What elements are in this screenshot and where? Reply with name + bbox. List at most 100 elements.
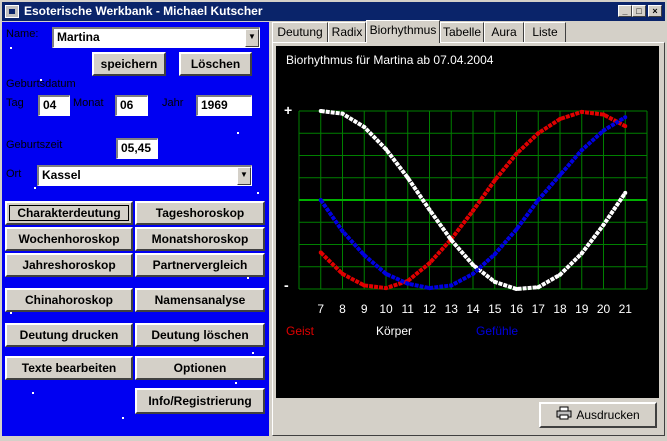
series-3-point bbox=[405, 281, 410, 286]
print-button-label: Ausdrucken bbox=[576, 408, 640, 422]
name-combobox[interactable]: Martina ▼ bbox=[52, 27, 260, 48]
series-3-point bbox=[471, 271, 475, 276]
series-2-point bbox=[318, 109, 323, 113]
place-combobox[interactable]: Kassel ▼ bbox=[37, 165, 252, 186]
tab-liste[interactable]: Liste bbox=[524, 22, 566, 42]
tab-tabelle[interactable]: Tabelle bbox=[440, 22, 484, 42]
star-decoration bbox=[237, 132, 239, 134]
series-3-point bbox=[427, 286, 432, 291]
day-input[interactable]: 04 bbox=[38, 95, 70, 116]
delete-button[interactable]: Löschen bbox=[179, 52, 252, 76]
charakterdeutung-button[interactable]: Charakterdeutung bbox=[5, 201, 133, 225]
series-2-point bbox=[340, 111, 345, 116]
series-2-point bbox=[514, 287, 519, 291]
series-2-point bbox=[405, 175, 410, 180]
x-tick-label: 20 bbox=[597, 302, 611, 316]
tageshoroskop-button[interactable]: Tageshoroskop bbox=[135, 201, 265, 225]
series-2-point bbox=[601, 222, 606, 227]
save-button[interactable]: speichern bbox=[92, 52, 166, 76]
star-decoration bbox=[247, 277, 249, 279]
star-decoration bbox=[10, 47, 12, 49]
series-2-point bbox=[623, 190, 628, 195]
series-2-point bbox=[492, 279, 497, 284]
star-decoration bbox=[122, 417, 124, 419]
tab-biorhythmus[interactable]: Biorhythmus bbox=[366, 20, 440, 43]
x-tick-label: 19 bbox=[575, 302, 589, 316]
optionen-button[interactable]: Optionen bbox=[135, 356, 265, 380]
left-panel: Name: Martina ▼ speichern Löschen Geburt… bbox=[2, 22, 269, 436]
legend-koerper: Körper bbox=[376, 324, 413, 338]
month-input[interactable]: 06 bbox=[115, 95, 148, 116]
biorhythm-chart-area: Biorhythmus für Martina ab 07.04.2004 78… bbox=[276, 46, 659, 398]
window-title: Esoterische Werkbank - Michael Kutscher bbox=[24, 4, 263, 18]
x-tick-label: 15 bbox=[488, 302, 502, 316]
place-label: Ort bbox=[6, 168, 22, 180]
year-input[interactable]: 1969 bbox=[196, 95, 252, 116]
y-top-label: + bbox=[284, 102, 292, 118]
chevron-down-icon[interactable]: ▼ bbox=[245, 29, 259, 47]
birthtime-input[interactable]: 05,45 bbox=[116, 138, 158, 159]
place-value: Kassel bbox=[42, 168, 81, 182]
day-label: Tag bbox=[6, 97, 24, 109]
series-1-point bbox=[340, 271, 345, 276]
tab-aura[interactable]: Aura bbox=[484, 22, 524, 42]
series-1-point bbox=[623, 124, 628, 129]
info-registrierung-button[interactable]: Info/Registrierung bbox=[135, 388, 265, 414]
star-decoration bbox=[252, 352, 254, 354]
x-tick-label: 8 bbox=[339, 302, 346, 316]
series-3-point bbox=[623, 115, 628, 120]
x-tick-label: 17 bbox=[532, 302, 546, 316]
series-2-point bbox=[362, 125, 367, 130]
print-button[interactable]: Ausdrucken bbox=[539, 402, 657, 428]
year-label: Jahr bbox=[162, 97, 184, 109]
tab-deutung[interactable]: Deutung bbox=[272, 22, 328, 42]
series-1-point bbox=[579, 109, 584, 114]
deutung-loeschen-button[interactable]: Deutung löschen bbox=[135, 323, 265, 347]
x-tick-label: 7 bbox=[317, 302, 324, 316]
x-tick-label: 9 bbox=[361, 302, 368, 316]
biorhythm-chart: 7 8 9 10 11 12 13 14 15 16 17 18 19 20 21 + - bbox=[284, 102, 648, 316]
series-2-point bbox=[449, 238, 454, 243]
series-1-point bbox=[492, 178, 497, 183]
series-3-point bbox=[384, 271, 388, 276]
series-3-point bbox=[536, 198, 541, 202]
jahreshoroskop-button[interactable]: Jahreshoroskop bbox=[5, 253, 133, 277]
x-tick-label: 11 bbox=[402, 302, 415, 316]
star-decoration bbox=[32, 392, 34, 394]
x-tick-label: 12 bbox=[423, 302, 437, 316]
series-1-point bbox=[558, 117, 562, 122]
x-tick-label: 18 bbox=[553, 302, 567, 316]
series-1-point bbox=[318, 250, 323, 255]
minimize-button[interactable]: _ bbox=[618, 5, 632, 17]
right-panel: Deutung Radix Biorhythmus Tabelle Aura L… bbox=[272, 20, 665, 436]
texte-bearbeiten-button[interactable]: Texte bearbeiten bbox=[5, 356, 133, 380]
x-tick-label: 21 bbox=[619, 302, 633, 316]
series-1-point bbox=[514, 151, 519, 156]
series-3-point bbox=[362, 253, 367, 258]
tab-radix[interactable]: Radix bbox=[328, 22, 366, 42]
monatshoroskop-button[interactable]: Monatshoroskop bbox=[135, 227, 265, 251]
chevron-down-icon[interactable]: ▼ bbox=[237, 167, 251, 185]
birthtime-label: Geburtszeit bbox=[6, 139, 63, 151]
series-1-point bbox=[362, 283, 367, 288]
partnervergleich-button[interactable]: Partnervergleich bbox=[135, 253, 265, 277]
wochenhoroskop-button[interactable]: Wochenhoroskop bbox=[5, 227, 133, 251]
legend-gefuehle: Gefühle bbox=[476, 324, 519, 338]
app-icon[interactable] bbox=[5, 5, 19, 18]
x-tick-label: 14 bbox=[466, 302, 480, 316]
chinahoroskop-button[interactable]: Chinahoroskop bbox=[5, 288, 133, 312]
maximize-button[interactable]: □ bbox=[632, 5, 646, 17]
close-button[interactable]: × bbox=[648, 5, 662, 17]
series-2-point bbox=[384, 147, 388, 152]
series-3-point bbox=[579, 148, 584, 153]
namensanalyse-button[interactable]: Namensanalyse bbox=[135, 288, 265, 312]
series-1-point bbox=[471, 208, 475, 213]
x-tick-label: 16 bbox=[510, 302, 524, 316]
series-3-point bbox=[340, 229, 345, 234]
series-2-point bbox=[558, 272, 562, 277]
series-1-point bbox=[427, 261, 432, 266]
deutung-drucken-button[interactable]: Deutung drucken bbox=[5, 323, 133, 347]
y-bottom-label: - bbox=[284, 277, 289, 293]
series-3-point bbox=[558, 173, 562, 178]
series-3-point bbox=[449, 283, 454, 288]
